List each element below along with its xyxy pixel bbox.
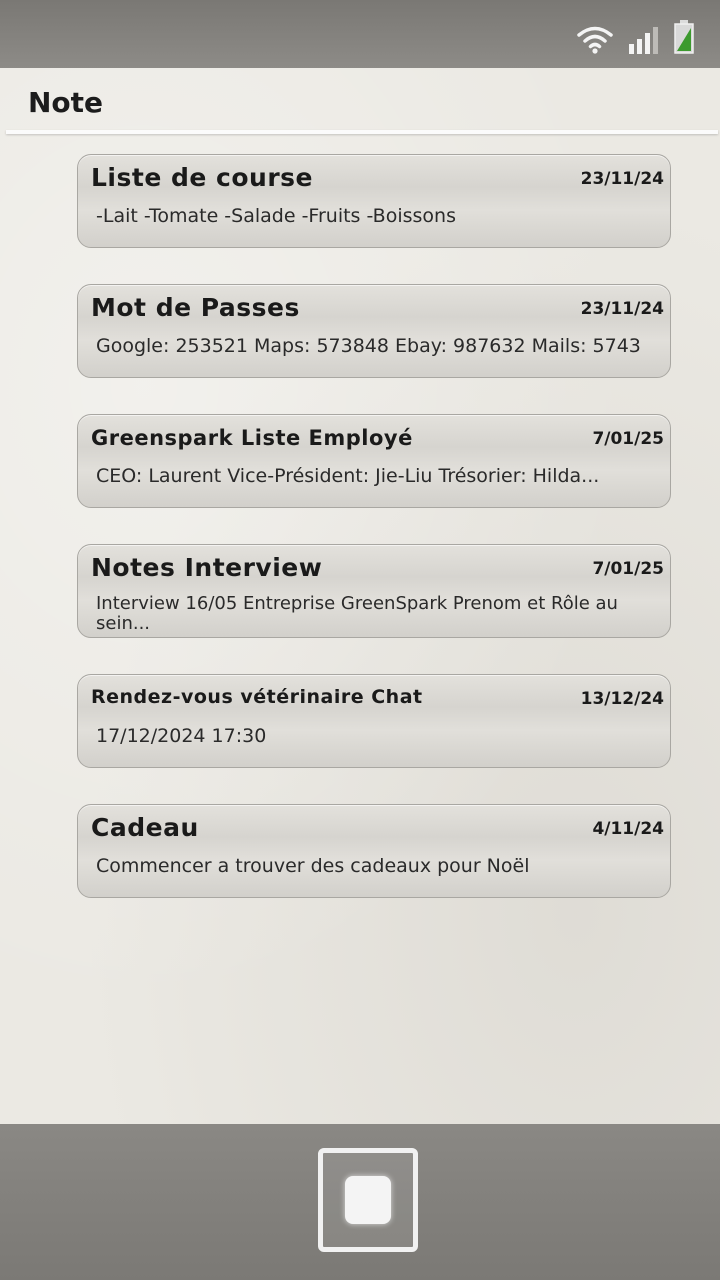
note-date: 23/11/24 (580, 299, 664, 319)
note-item-notes-interview[interactable]: Notes Interview 7/01/25 Interview 16/05 … (77, 544, 671, 638)
notes-page: Note Liste de course 23/11/24 -Lait -Tom… (0, 68, 720, 1124)
wifi-icon (577, 26, 613, 54)
battery-icon (674, 20, 694, 54)
app-header: Note (0, 68, 720, 134)
signal-icon (629, 27, 658, 54)
note-date: 7/01/25 (592, 559, 664, 579)
home-button[interactable] (318, 1148, 418, 1252)
status-icons (576, 20, 694, 54)
status-bar (0, 0, 720, 68)
header-divider (6, 130, 718, 134)
note-preview: Google: 253521 Maps: 573848 Ebay: 987632… (96, 335, 641, 357)
note-item-liste-de-course[interactable]: Liste de course 23/11/24 -Lait -Tomate -… (77, 154, 671, 248)
note-preview: -Lait -Tomate -Salade -Fruits -Boissons (96, 205, 456, 227)
note-date: 13/12/24 (580, 689, 664, 709)
note-title: Rendez-vous vétérinaire Chat (91, 686, 423, 708)
note-title: Liste de course (91, 163, 314, 192)
note-preview: 17/12/2024 17:30 (96, 725, 267, 747)
note-item-mot-de-passes[interactable]: Mot de Passes 23/11/24 Google: 253521 Ma… (77, 284, 671, 378)
note-title: Notes Interview (91, 553, 323, 582)
note-title: Mot de Passes (91, 293, 300, 322)
note-title: Cadeau (91, 813, 199, 842)
note-date: 7/01/25 (592, 429, 664, 449)
note-preview: Interview 16/05 Entreprise GreenSpark Pr… (96, 594, 618, 634)
navigation-bar (0, 1124, 720, 1280)
note-date: 4/11/24 (592, 819, 664, 839)
note-item-cadeau[interactable]: Cadeau 4/11/24 Commencer a trouver des c… (77, 804, 671, 898)
note-preview: CEO: Laurent Vice-Président: Jie-Liu Tré… (96, 465, 600, 487)
note-item-rendez-vous-veterinaire[interactable]: Rendez-vous vétérinaire Chat 13/12/24 17… (77, 674, 671, 768)
notes-list: Liste de course 23/11/24 -Lait -Tomate -… (77, 154, 671, 934)
note-item-greenspark-liste-employe[interactable]: Greenspark Liste Employé 7/01/25 CEO: La… (77, 414, 671, 508)
home-square-icon (345, 1176, 391, 1224)
page-title: Note (28, 86, 104, 119)
note-preview: Commencer a trouver des cadeaux pour Noë… (96, 855, 530, 877)
note-title: Greenspark Liste Employé (91, 426, 413, 450)
note-date: 23/11/24 (580, 169, 664, 189)
